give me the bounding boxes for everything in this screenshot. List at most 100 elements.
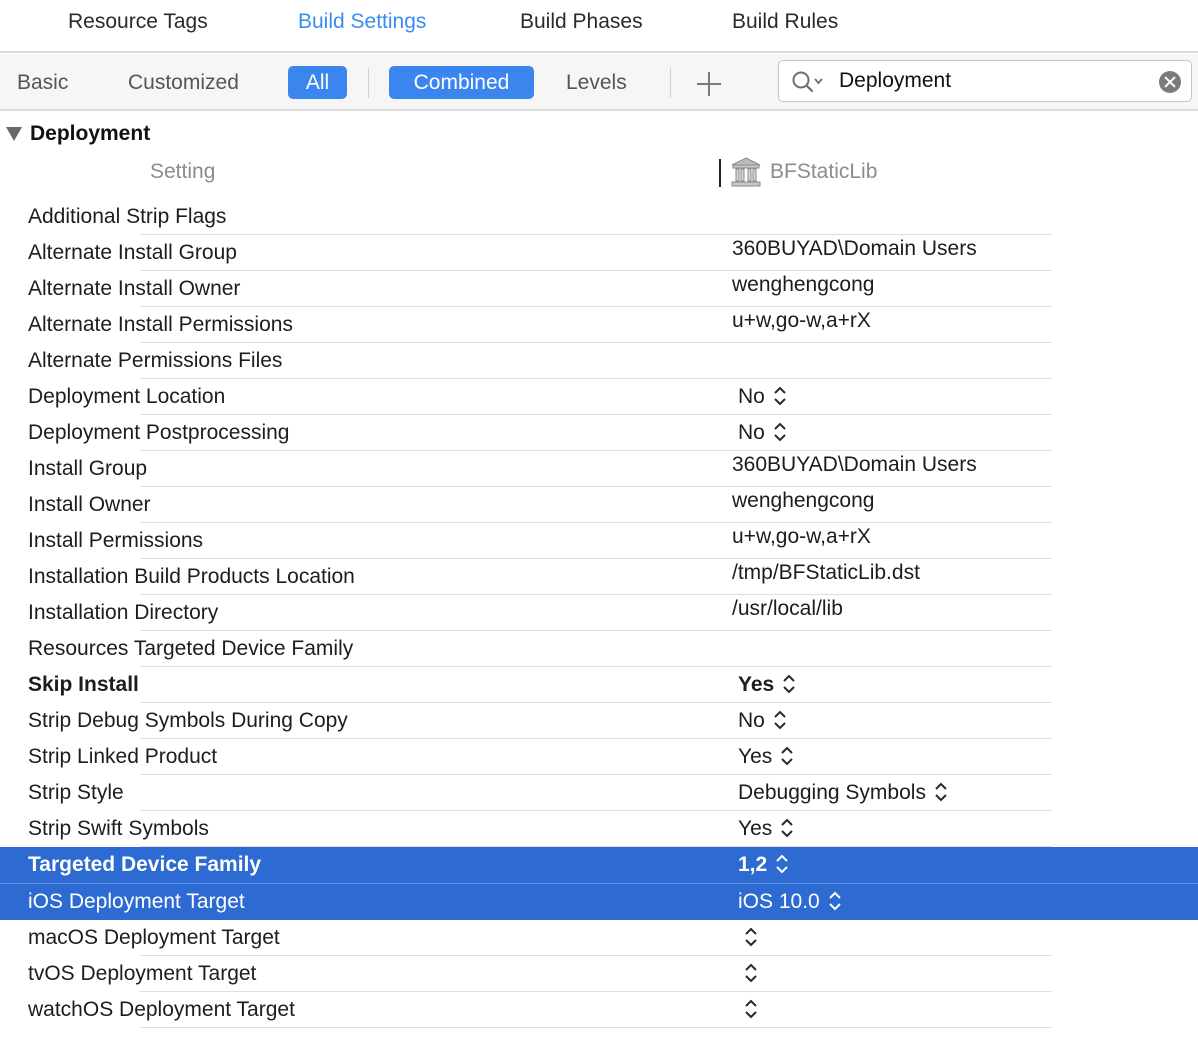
setting-value-popup[interactable]: [744, 998, 758, 1022]
setting-row[interactable]: iOS Deployment Target iOS 10.0: [0, 883, 1198, 920]
setting-row[interactable]: Install Permissions u+w,go-w,a+rX: [0, 523, 1198, 559]
setting-value-text: Yes: [738, 673, 775, 696]
setting-value-popup[interactable]: Yes: [738, 817, 794, 841]
updown-stepper-icon: [774, 422, 786, 442]
setting-value-popup[interactable]: Yes: [738, 745, 794, 769]
setting-row[interactable]: macOS Deployment Target: [0, 920, 1198, 956]
setting-name: Skip Install: [28, 673, 139, 696]
setting-value-text: wenghengcong: [732, 273, 875, 296]
filter-separator: [670, 68, 671, 98]
setting-value-popup[interactable]: [744, 962, 758, 986]
setting-value-text: /tmp/BFStaticLib.dst: [732, 561, 920, 584]
setting-value-text: No: [738, 709, 765, 732]
setting-value-popup[interactable]: [744, 926, 758, 950]
section-header-deployment[interactable]: Deployment: [0, 118, 1198, 152]
setting-value-popup[interactable]: No: [738, 709, 787, 733]
setting-value[interactable]: /usr/local/lib: [732, 597, 843, 621]
setting-row[interactable]: Install Owner wenghengcong: [0, 487, 1198, 523]
disclosure-triangle-icon[interactable]: [6, 127, 22, 141]
editor-tab-bar: Resource Tags Build Settings Build Phase…: [0, 0, 1198, 46]
search-icon[interactable]: [791, 70, 825, 94]
clear-search-icon[interactable]: [1159, 71, 1181, 93]
setting-row[interactable]: Install Group 360BUYAD\Domain Users: [0, 451, 1198, 487]
setting-row[interactable]: Installation Build Products Location/tmp…: [0, 559, 1198, 595]
setting-row[interactable]: Installation Directory/usr/local/lib: [0, 595, 1198, 631]
setting-row[interactable]: Deployment Postprocessing No: [0, 415, 1198, 451]
filter-separator: [368, 68, 369, 98]
column-header-setting[interactable]: Setting: [150, 160, 215, 190]
setting-value[interactable]: wenghengcong: [732, 273, 874, 297]
setting-value[interactable]: u+w,go-w,a+rX: [732, 525, 871, 549]
setting-value[interactable]: wenghengcong: [732, 489, 874, 513]
setting-value-text: 1,2: [738, 853, 768, 876]
setting-row[interactable]: Alternate Install Permissions u+w,go-w,a+…: [0, 307, 1198, 343]
setting-value-popup[interactable]: Debugging Symbols: [738, 781, 948, 805]
setting-value-text: 360BUYAD\Domain Users: [732, 453, 977, 476]
setting-value-popup[interactable]: iOS 10.0: [738, 890, 842, 914]
setting-row[interactable]: Resources Targeted Device Family: [0, 631, 1198, 667]
setting-name: Deployment Postprocessing: [28, 421, 290, 444]
filter-all-button[interactable]: All: [288, 66, 347, 99]
setting-value[interactable]: /tmp/BFStaticLib.dst: [732, 561, 920, 585]
setting-name: Strip Debug Symbols During Copy: [28, 709, 348, 732]
tab-build-settings[interactable]: Build Settings: [298, 10, 426, 34]
search-input[interactable]: [839, 69, 1139, 93]
setting-name: Alternate Permissions Files: [28, 349, 283, 372]
setting-name: Installation Build Products Location: [28, 565, 355, 588]
setting-row[interactable]: watchOS Deployment Target: [0, 992, 1198, 1028]
search-field[interactable]: [778, 60, 1192, 102]
add-setting-plus-icon[interactable]: [697, 72, 721, 96]
filter-combined-button[interactable]: Combined: [389, 66, 534, 99]
setting-row[interactable]: Skip Install Yes: [0, 667, 1198, 703]
filter-levels-button[interactable]: Levels: [566, 66, 627, 99]
updown-stepper-icon: [935, 782, 947, 802]
setting-row[interactable]: Strip Swift Symbols Yes: [0, 811, 1198, 847]
setting-name: Targeted Device Family: [28, 853, 262, 876]
setting-row[interactable]: Strip Linked Product Yes: [0, 739, 1198, 775]
setting-row[interactable]: Strip Style Debugging Symbols: [0, 775, 1198, 811]
setting-value-text: iOS 10.0: [738, 890, 820, 913]
filter-customized-button[interactable]: Customized: [128, 66, 239, 99]
setting-value-popup[interactable]: No: [738, 421, 787, 445]
setting-value[interactable]: 360BUYAD\Domain Users: [732, 237, 977, 261]
setting-name: Alternate Install Owner: [28, 277, 241, 300]
setting-name: Additional Strip Flags: [28, 205, 227, 228]
setting-value-popup[interactable]: No: [738, 385, 787, 409]
tab-resource-tags[interactable]: Resource Tags: [68, 10, 208, 34]
setting-value-text: /usr/local/lib: [732, 597, 843, 620]
setting-name: Strip Linked Product: [28, 745, 218, 768]
setting-row[interactable]: Targeted Device Family 1,2: [0, 847, 1198, 883]
tab-bar-divider: [0, 51, 1198, 53]
setting-row[interactable]: Alternate Install Owner wenghengcong: [0, 271, 1198, 307]
setting-row[interactable]: Strip Debug Symbols During Copy No: [0, 703, 1198, 739]
setting-row[interactable]: tvOS Deployment Target: [0, 956, 1198, 992]
filter-basic-button[interactable]: Basic: [17, 66, 68, 99]
setting-value-text: u+w,go-w,a+rX: [732, 309, 871, 332]
setting-value-text: u+w,go-w,a+rX: [732, 525, 871, 548]
tab-build-phases[interactable]: Build Phases: [520, 10, 643, 34]
setting-value[interactable]: u+w,go-w,a+rX: [732, 309, 871, 333]
setting-value-text: Yes: [738, 817, 773, 840]
setting-value-text: 360BUYAD\Domain Users: [732, 237, 977, 260]
updown-stepper-icon: [745, 963, 757, 983]
setting-value-popup[interactable]: 1,2: [738, 853, 789, 877]
setting-name: Install Owner: [28, 493, 151, 516]
setting-row[interactable]: Alternate Install Group 360BUYAD\Domain U…: [0, 235, 1198, 271]
updown-stepper-icon: [776, 854, 788, 874]
setting-value-text: wenghengcong: [732, 489, 875, 512]
setting-row[interactable]: Additional Strip Flags: [0, 199, 1198, 235]
setting-name: Strip Swift Symbols: [28, 817, 209, 840]
setting-name: Install Permissions: [28, 529, 204, 552]
setting-row[interactable]: Alternate Permissions Files: [0, 343, 1198, 379]
setting-name: macOS Deployment Target: [28, 926, 280, 949]
setting-name: Alternate Install Permissions: [28, 313, 293, 336]
setting-value-popup[interactable]: Yes: [738, 673, 796, 697]
setting-value[interactable]: 360BUYAD\Domain Users: [732, 453, 977, 477]
tab-build-rules[interactable]: Build Rules: [732, 10, 838, 34]
setting-row[interactable]: Deployment Location No: [0, 379, 1198, 415]
updown-stepper-icon: [783, 674, 795, 694]
setting-name: Strip Style: [28, 781, 124, 804]
column-header-target[interactable]: BFStaticLib: [770, 160, 877, 190]
setting-name: iOS Deployment Target: [28, 890, 245, 913]
setting-value-text: No: [738, 421, 765, 444]
